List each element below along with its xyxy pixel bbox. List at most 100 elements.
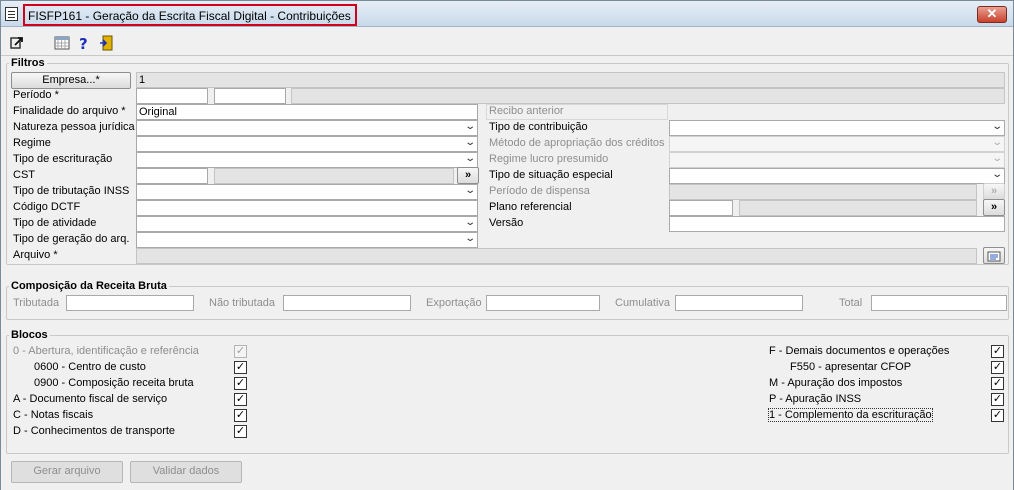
nao-tributada-field[interactable] — [283, 295, 411, 311]
close-button[interactable]: ✕ — [977, 6, 1007, 23]
bloco-0900-label: 0900 - Composição receita bruta — [34, 377, 194, 389]
bloco-d-checkbox[interactable]: ✓ — [234, 425, 247, 438]
cst-description-field — [214, 168, 454, 184]
exportacao-label: Exportação — [426, 297, 482, 309]
plano-referencial-lookup-button[interactable]: » — [983, 199, 1005, 216]
bloco-c-checkbox[interactable]: ✓ — [234, 409, 247, 422]
folder-browse-button[interactable] — [983, 247, 1005, 264]
cst-field[interactable] — [136, 168, 208, 184]
tipo-atividade-select[interactable]: ⌄ — [136, 216, 478, 232]
empresa-field[interactable]: 1 — [136, 72, 1005, 88]
bloco-1-checkbox[interactable]: ✓ — [991, 409, 1004, 422]
finalidade-value: Original — [139, 106, 177, 118]
versao-label: Versão — [489, 217, 524, 229]
bloco-f-label: F - Demais documentos e operações — [769, 345, 950, 357]
chevron-down-icon: ⌄ — [990, 169, 1003, 180]
tipo-contribuicao-select[interactable]: ⌄ — [669, 120, 1005, 136]
tipo-situacao-select[interactable]: ⌄ — [669, 168, 1005, 184]
export-icon[interactable] — [9, 35, 25, 51]
bloco-f550-checkbox[interactable]: ✓ — [991, 361, 1004, 374]
document-icon — [5, 7, 18, 21]
chevron-down-icon: ⌄ — [463, 153, 476, 164]
tributada-label: Tributada — [13, 297, 60, 309]
codigo-dctf-label: Código DCTF — [13, 201, 81, 213]
exit-door-icon[interactable] — [99, 35, 115, 51]
tipo-tributacao-select[interactable]: ⌄ — [136, 184, 478, 200]
bloco-0600-label: 0600 - Centro de custo — [34, 361, 146, 373]
finalidade-label: Finalidade do arquivo * — [13, 105, 126, 117]
tipo-situacao-label: Tipo de situação especial — [489, 169, 613, 181]
window-title: FISFP161 - Geração da Escrita Fiscal Dig… — [23, 4, 357, 26]
validar-dados-button[interactable]: Validar dados — [130, 461, 242, 483]
regime-lucro-select[interactable]: ⌄ — [669, 152, 1005, 168]
chevron-down-icon: ⌄ — [990, 137, 1003, 148]
tipo-escrituracao-label: Tipo de escrituração — [13, 153, 113, 165]
exportacao-field[interactable] — [486, 295, 600, 311]
regime-select[interactable]: ⌄ — [136, 136, 478, 152]
bloco-c-label: C - Notas fiscais — [13, 409, 94, 421]
empresa-button[interactable]: Empresa...* — [11, 72, 131, 89]
periodo-label: Período * — [13, 89, 59, 101]
natureza-select[interactable]: ⌄ — [136, 120, 478, 136]
bloco-0900-checkbox[interactable]: ✓ — [234, 377, 247, 390]
filtros-legend: Filtros — [11, 57, 45, 69]
periodo-dispensa-field — [669, 184, 977, 200]
chevron-down-icon: ⌄ — [990, 153, 1003, 164]
natureza-label: Natureza pessoa jurídica — [13, 121, 135, 133]
bloco-a-label: A - Documento fiscal de serviço — [13, 393, 168, 405]
bloco-m-checkbox[interactable]: ✓ — [991, 377, 1004, 390]
finalidade-select[interactable]: Original — [136, 104, 478, 120]
main-window: FISFP161 - Geração da Escrita Fiscal Dig… — [0, 0, 1014, 490]
plano-referencial-field[interactable] — [669, 200, 733, 216]
chevron-down-icon: ⌄ — [990, 121, 1003, 132]
tributada-field[interactable] — [66, 295, 194, 311]
cumulativa-label: Cumulativa — [615, 297, 671, 309]
gerar-arquivo-button[interactable]: Gerar arquivo — [11, 461, 123, 483]
metodo-label: Método de apropriação dos créditos — [489, 137, 665, 149]
blocos-legend: Blocos — [11, 329, 48, 341]
periodo-dispensa-lookup-button[interactable]: » — [983, 183, 1005, 200]
toolbar: ? — [1, 28, 1013, 56]
recibo-area — [486, 104, 668, 120]
tipo-geracao-select[interactable]: ⌄ — [136, 232, 478, 248]
bloco-0600-checkbox[interactable]: ✓ — [234, 361, 247, 374]
bloco-f-checkbox[interactable]: ✓ — [991, 345, 1004, 358]
chevron-down-icon: ⌄ — [463, 217, 476, 228]
folder-icon — [987, 251, 1001, 262]
chevron-down-icon: ⌄ — [463, 137, 476, 148]
metodo-select[interactable]: ⌄ — [669, 136, 1005, 152]
bloco-p-checkbox[interactable]: ✓ — [991, 393, 1004, 406]
arquivo-field[interactable] — [136, 248, 977, 264]
periodo-description-field — [291, 88, 1005, 104]
chevron-down-icon: ⌄ — [463, 185, 476, 196]
regime-label: Regime — [13, 137, 51, 149]
versao-field[interactable] — [669, 216, 1005, 232]
plano-referencial-description — [739, 200, 977, 216]
bloco-a-checkbox[interactable]: ✓ — [234, 393, 247, 406]
tipo-geracao-label: Tipo de geração do arq. — [13, 233, 130, 245]
tipo-escrituracao-select[interactable]: ⌄ — [136, 152, 478, 168]
arquivo-label: Arquivo * — [13, 249, 58, 261]
title-bar: FISFP161 - Geração da Escrita Fiscal Dig… — [1, 1, 1013, 27]
tipo-atividade-label: Tipo de atividade — [13, 217, 97, 229]
receita-legend: Composição da Receita Bruta — [11, 280, 167, 292]
total-label: Total — [839, 297, 863, 309]
bloco-f550-label: F550 - apresentar CFOP — [790, 361, 912, 373]
total-field[interactable] — [871, 295, 1007, 311]
bloco-0-checkbox[interactable]: ✓ — [234, 345, 247, 358]
regime-lucro-label: Regime lucro presumido — [489, 153, 609, 165]
periodo-start-field[interactable] — [136, 88, 208, 104]
chevron-down-icon: ⌄ — [463, 121, 476, 132]
plano-referencial-label: Plano referencial — [489, 201, 572, 213]
bloco-p-label: P - Apuração INSS — [769, 393, 862, 405]
cumulativa-field[interactable] — [675, 295, 803, 311]
chevron-down-icon: ⌄ — [463, 233, 476, 244]
bloco-0-label: 0 - Abertura, identificação e referência — [13, 345, 199, 357]
cst-lookup-button[interactable]: » — [457, 167, 479, 184]
tipo-tributacao-label: Tipo de tributação INSS — [13, 185, 130, 197]
codigo-dctf-field[interactable] — [136, 200, 478, 216]
periodo-end-field[interactable] — [214, 88, 286, 104]
periodo-dispensa-label: Período de dispensa — [489, 185, 590, 197]
calendar-icon[interactable] — [54, 35, 70, 51]
help-icon[interactable]: ? — [76, 35, 92, 51]
